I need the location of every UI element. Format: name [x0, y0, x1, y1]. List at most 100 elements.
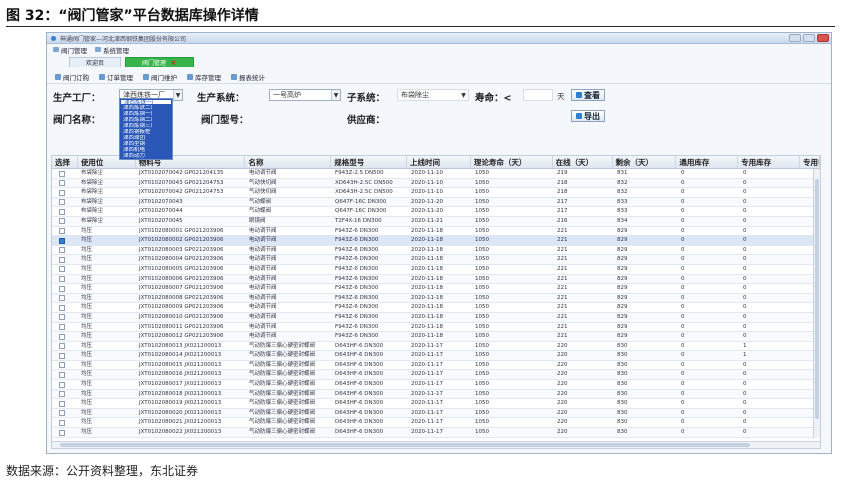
- vertical-scrollbar[interactable]: [813, 169, 820, 438]
- subsystem-select[interactable]: 布袋除尘 ▼: [397, 89, 469, 101]
- row-checkbox[interactable]: [59, 314, 65, 321]
- table-row[interactable]: 均压 JXT0102080011 GP021203906 电动调节阀 F943Z-6 …: [52, 323, 820, 333]
- query-button[interactable]: 查看: [571, 89, 605, 101]
- vertical-scroll-thumb[interactable]: [815, 179, 819, 419]
- table-row[interactable]: 布袋除尘 JXT0102070042 GP021204135 电动调节阀 F943Z-…: [52, 169, 820, 179]
- column-header[interactable]: 上线时间: [407, 156, 471, 168]
- row-checkbox[interactable]: [59, 381, 65, 388]
- table-cell: 829: [617, 256, 628, 263]
- dropdown-option[interactable]: 津西动力: [120, 153, 172, 159]
- row-checkbox[interactable]: [59, 285, 65, 292]
- row-checkbox[interactable]: [59, 343, 65, 350]
- table-row[interactable]: 均压 JXT0102080007 GP021203906 电动调节阀 F943Z-6 …: [52, 284, 820, 294]
- column-header[interactable]: 规格型号: [331, 156, 408, 168]
- column-header[interactable]: 剩余（天）: [613, 156, 677, 168]
- column-header[interactable]: 专用申: [800, 156, 820, 168]
- export-button[interactable]: 导出: [571, 110, 605, 122]
- table-row[interactable]: 均压 JXT0102080017 JX021200013 气动防爆三偏心硬密封蝶阀 D…: [52, 380, 820, 390]
- row-checkbox[interactable]: [59, 304, 65, 311]
- table-row[interactable]: 均压 JXT0102080001 GP021203906 电动调节阀 F943Z-6 …: [52, 227, 820, 237]
- tab-valve-management[interactable]: 阀门管理 ×: [125, 57, 194, 67]
- row-checkbox[interactable]: [59, 295, 65, 302]
- select-cell: [52, 332, 78, 341]
- row-checkbox[interactable]: [59, 208, 65, 215]
- table-row[interactable]: 均压 JXT0102080021 JX021200013 气动防爆三偏心硬密封蝶阀 D…: [52, 418, 820, 429]
- table-row[interactable]: 均压 JXT0102080005 GP021203906 电动调节阀 F943Z-6 …: [52, 265, 820, 275]
- table-row[interactable]: 布袋除尘 JXT0102070042 GP021204753 气动快切阀 XD643H…: [52, 188, 820, 198]
- menu-item-valve-management[interactable]: 阀门管理: [53, 45, 87, 55]
- table-cell: Q647F-16C DN300: [335, 208, 387, 215]
- table-row[interactable]: 均压 JXT0102080004 GP021203906 电动调节阀 F943Z-6 …: [52, 255, 820, 265]
- column-header[interactable]: 在线（天）: [553, 156, 613, 168]
- row-checkbox[interactable]: [59, 170, 65, 177]
- table-cell: 832: [617, 179, 628, 186]
- column-header[interactable]: 通用库存: [676, 156, 739, 168]
- row-checkbox[interactable]: [59, 228, 65, 235]
- table-row[interactable]: 均压 JXT0102080016 JX021200013 气动防爆三偏心硬密封蝶阀 D…: [52, 370, 820, 381]
- toolbar-item-inventory[interactable]: 库存管理: [187, 72, 221, 82]
- table-row[interactable]: 均压 JXT0102080010 GP021203906 电动调节阀 F943Z-6 …: [52, 312, 820, 323]
- system-select[interactable]: 一号高炉 ▼: [269, 89, 341, 101]
- table-row[interactable]: 均压 JXT0102080009 GP021203906 电动调节阀 F943Z-6 …: [52, 303, 820, 313]
- close-tab-icon[interactable]: ×: [170, 58, 177, 66]
- row-checkbox[interactable]: [59, 247, 65, 254]
- table-row[interactable]: 均压 JXT0102080019 JX021200013 气动防爆三偏心硬密封蝶阀 D…: [52, 399, 820, 409]
- maximize-button[interactable]: [803, 34, 815, 42]
- table-row[interactable]: 均压 JXT0102080003 GP021203906 电动调节阀 F943Z-6 …: [52, 246, 820, 256]
- column-header[interactable]: 选择: [52, 156, 78, 168]
- row-checkbox[interactable]: [59, 180, 65, 187]
- table-cell: 0: [743, 285, 747, 292]
- list-icon: [99, 74, 105, 80]
- close-window-button[interactable]: [817, 34, 829, 42]
- row-checkbox[interactable]: [59, 237, 65, 244]
- row-checkbox[interactable]: [59, 429, 65, 436]
- minimize-button[interactable]: [789, 34, 801, 42]
- table-row[interactable]: 均压 JXT0102080006 GP021203906 电动调节阀 F943Z-6 …: [52, 274, 820, 285]
- row-checkbox[interactable]: [59, 189, 65, 196]
- table-row[interactable]: 布袋除尘 JXT0102070045 眼镜阀 T2F4X-16 DN300 2020-1…: [52, 216, 820, 227]
- row-checkbox[interactable]: [59, 391, 65, 398]
- horizontal-scroll-thumb[interactable]: [60, 443, 750, 447]
- horizontal-scrollbar[interactable]: [52, 441, 820, 448]
- table-row[interactable]: 均压 JXT0102080018 JX021200013 气动防爆三偏心硬密封蝶阀 D…: [52, 389, 820, 400]
- row-checkbox[interactable]: [59, 410, 65, 417]
- table-row[interactable]: 均压 JXT0102080015 JX021200013 气动防爆三偏心硬密封蝶阀 D…: [52, 361, 820, 371]
- toolbar-item-order[interactable]: 阀门订购: [55, 72, 89, 82]
- life-input[interactable]: [523, 89, 553, 101]
- row-checkbox[interactable]: [59, 199, 65, 206]
- menu-item-system-management[interactable]: 系统管理: [95, 45, 129, 55]
- column-header[interactable]: 专用库存: [738, 156, 801, 168]
- chevron-down-icon[interactable]: ▼: [459, 90, 468, 100]
- table-row[interactable]: 均压 JXT0102080012 GP021203906 电动调节阀 F943Z-6 …: [52, 332, 820, 342]
- toolbar-item-reports[interactable]: 报表统计: [231, 72, 265, 82]
- row-checkbox[interactable]: [59, 352, 65, 359]
- table-row[interactable]: 布袋除尘 JXT0102070044 气动蝶阀 Q647F-16C DN300 2020…: [52, 207, 820, 217]
- tab-welcome[interactable]: 欢迎页: [69, 57, 122, 67]
- row-checkbox[interactable]: [59, 362, 65, 369]
- row-checkbox[interactable]: [59, 256, 65, 263]
- row-checkbox[interactable]: [59, 266, 65, 273]
- table-row[interactable]: 均压 JXT0102080013 JX021200013 气动防爆三偏心硬密封蝶阀 D…: [52, 342, 820, 352]
- table-row[interactable]: 布袋除尘 JXT0102070043 气动蝶阀 Q647F-16C DN300 2020…: [52, 197, 820, 208]
- table-row[interactable]: 均压 JXT0102080014 JX021200013 气动防爆三偏心硬密封蝶阀 D…: [52, 351, 820, 361]
- table-cell: 0: [681, 265, 685, 272]
- row-checkbox[interactable]: [59, 324, 65, 330]
- table-row[interactable]: 均压 JXT0102080022 JX021200013 气动防爆三偏心硬密封蝶阀 D…: [52, 428, 820, 438]
- row-checkbox[interactable]: [59, 400, 65, 407]
- toolbar-item-order-management[interactable]: 订单管理: [99, 72, 133, 82]
- toolbar-item-maintenance[interactable]: 阀门维护: [143, 72, 177, 82]
- table-row[interactable]: 均压 JXT0102080008 GP021203906 电动调节阀 F943Z-6 …: [52, 293, 820, 304]
- chevron-down-icon[interactable]: ▼: [173, 90, 182, 100]
- column-header[interactable]: 理论寿命（天）: [471, 156, 553, 168]
- table-row[interactable]: 均压 JXT0102080020 JX021200013 气动防爆三偏心硬密封蝶阀 D…: [52, 408, 820, 419]
- row-checkbox[interactable]: [59, 276, 65, 283]
- row-checkbox[interactable]: [59, 419, 65, 426]
- row-checkbox[interactable]: [59, 218, 65, 225]
- row-checkbox[interactable]: [59, 333, 65, 340]
- column-header[interactable]: 名称: [245, 156, 332, 168]
- table-row[interactable]: 均压 JXT0102080002 GP021203906 电动调节阀 F943Z-6 …: [52, 236, 820, 246]
- valve-menu-icon: [53, 47, 59, 52]
- chevron-down-icon[interactable]: ▼: [331, 90, 340, 100]
- row-checkbox[interactable]: [59, 371, 65, 378]
- table-row[interactable]: 布袋除尘 JXT0102070043 GP021204753 气动快切阀 XD643H…: [52, 178, 820, 189]
